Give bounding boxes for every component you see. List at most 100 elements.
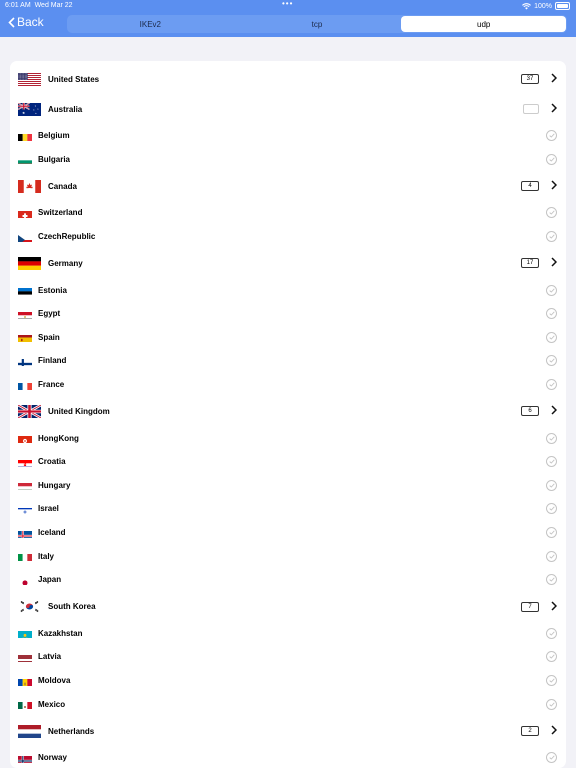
multitasking-dots[interactable]: •••	[282, 0, 293, 8]
server-row[interactable]: HongKong	[10, 426, 566, 450]
status-bar: 6:01 AM Wed Mar 22 ••• 100%	[0, 0, 576, 12]
flag-eg-icon	[18, 309, 32, 319]
server-row[interactable]: France	[10, 373, 566, 397]
checkmark-circle-icon[interactable]	[546, 284, 557, 296]
flag-it-icon	[18, 551, 32, 562]
flag-fi-icon	[18, 356, 32, 366]
country-name: Germany	[48, 258, 83, 268]
chevron-right-icon[interactable]	[551, 70, 558, 88]
country-name: Mexico	[38, 699, 66, 709]
server-row[interactable]: Iceland	[10, 521, 566, 545]
server-count-badge: 17	[521, 258, 539, 269]
checkmark-circle-icon[interactable]	[546, 503, 557, 515]
country-group-row[interactable]: Canada 4	[10, 171, 566, 201]
checkmark-circle-icon[interactable]	[546, 379, 557, 391]
server-row[interactable]: Japan	[10, 568, 566, 592]
checkmark-circle-icon[interactable]	[546, 456, 557, 468]
checkmark-circle-icon[interactable]	[546, 153, 557, 165]
flag-ch-icon	[18, 208, 32, 218]
server-row[interactable]: Estonia	[10, 278, 566, 302]
protocol-tab-tcp[interactable]: tcp	[235, 16, 400, 32]
checkmark-circle-icon[interactable]	[546, 698, 557, 710]
country-group-row[interactable]: South Korea 7	[10, 592, 566, 622]
checkmark-circle-icon[interactable]	[546, 231, 557, 243]
checkmark-circle-icon[interactable]	[546, 130, 557, 142]
checkmark-circle-icon[interactable]	[546, 432, 557, 444]
country-group-row[interactable]: Netherlands 2	[10, 716, 566, 746]
flag-md-icon	[18, 676, 32, 686]
chevron-right-icon[interactable]	[551, 598, 558, 616]
server-row[interactable]: Kazakhstan	[10, 622, 566, 646]
chevron-right-icon[interactable]	[551, 402, 558, 420]
chevron-right-icon[interactable]	[551, 722, 558, 740]
country-name: United States	[48, 74, 100, 84]
protocol-tab-udp[interactable]: udp	[401, 16, 567, 32]
server-row[interactable]: Hungary	[10, 474, 566, 498]
flag-be-icon	[18, 131, 32, 141]
server-row[interactable]: Egypt	[10, 302, 566, 326]
country-name: Iceland	[38, 528, 66, 538]
flag-lv-icon	[18, 652, 32, 662]
checkmark-circle-icon[interactable]	[546, 651, 557, 663]
country-name: Moldova	[38, 676, 71, 686]
server-row[interactable]: Latvia	[10, 645, 566, 669]
country-name: Latvia	[38, 652, 62, 662]
country-name: Spain	[38, 332, 60, 342]
server-row[interactable]: Finland	[10, 349, 566, 373]
country-group-row[interactable]: Germany 17	[10, 248, 566, 278]
flag-cz-icon	[18, 232, 32, 242]
server-count-badge	[523, 104, 539, 114]
country-name: Switzerland	[38, 208, 83, 218]
server-count-badge: 6	[521, 406, 539, 417]
country-name: Canada	[48, 181, 77, 191]
flag-is-icon	[18, 528, 32, 538]
server-row[interactable]: Italy	[10, 544, 566, 568]
checkmark-circle-icon[interactable]	[546, 675, 557, 687]
server-row[interactable]: CzechRepublic	[10, 225, 566, 249]
flag-ee-icon	[18, 285, 32, 296]
server-row[interactable]: Croatia	[10, 450, 566, 474]
country-list: United States 37 Australia Belgium Bulgaria C…	[10, 61, 566, 768]
country-name: Israel	[38, 504, 59, 514]
server-row[interactable]: Norway	[10, 746, 566, 768]
server-row[interactable]: Moldova	[10, 669, 566, 693]
protocol-selector: IKEv2 tcp udp	[67, 15, 567, 33]
chevron-left-icon	[8, 16, 15, 28]
checkmark-circle-icon[interactable]	[546, 308, 557, 320]
server-row[interactable]: Switzerland	[10, 201, 566, 225]
country-group-row[interactable]: United States 37	[10, 64, 566, 94]
flag-no-icon	[18, 753, 32, 763]
flag-hr-icon	[18, 457, 32, 467]
checkmark-circle-icon[interactable]	[546, 574, 557, 586]
flag-il-icon	[18, 504, 32, 514]
country-name: Estonia	[38, 285, 67, 295]
checkmark-circle-icon[interactable]	[546, 627, 557, 639]
server-count-badge: 37	[521, 74, 539, 84]
back-button[interactable]: Back	[8, 15, 44, 29]
checkmark-circle-icon[interactable]	[546, 331, 557, 343]
checkmark-circle-icon[interactable]	[546, 752, 557, 764]
server-row[interactable]: Mexico	[10, 692, 566, 716]
country-group-row[interactable]: Australia	[10, 94, 566, 124]
checkmark-circle-icon[interactable]	[546, 479, 557, 491]
flag-jp-icon	[18, 575, 32, 585]
country-name: Japan	[38, 575, 62, 585]
checkmark-circle-icon[interactable]	[546, 207, 557, 219]
navigation-bar: 6:01 AM Wed Mar 22 ••• 100% Back IKEv2 tc…	[0, 0, 576, 37]
chevron-right-icon[interactable]	[551, 100, 558, 118]
country-group-row[interactable]: United Kingdom 6	[10, 396, 566, 426]
checkmark-circle-icon[interactable]	[546, 355, 557, 367]
server-count-badge: 7	[521, 601, 539, 612]
server-row[interactable]: Israel	[10, 497, 566, 521]
checkmark-circle-icon[interactable]	[546, 527, 557, 539]
server-row[interactable]: Spain	[10, 326, 566, 350]
checkmark-circle-icon[interactable]	[546, 550, 557, 562]
flag-hu-icon	[18, 480, 32, 491]
chevron-right-icon[interactable]	[551, 177, 558, 195]
back-label: Back	[17, 15, 44, 29]
flag-us-icon	[18, 72, 41, 86]
server-row[interactable]: Belgium	[10, 124, 566, 148]
server-row[interactable]: Bulgaria	[10, 148, 566, 172]
chevron-right-icon[interactable]	[551, 254, 558, 272]
protocol-tab-ikev2[interactable]: IKEv2	[68, 16, 233, 32]
